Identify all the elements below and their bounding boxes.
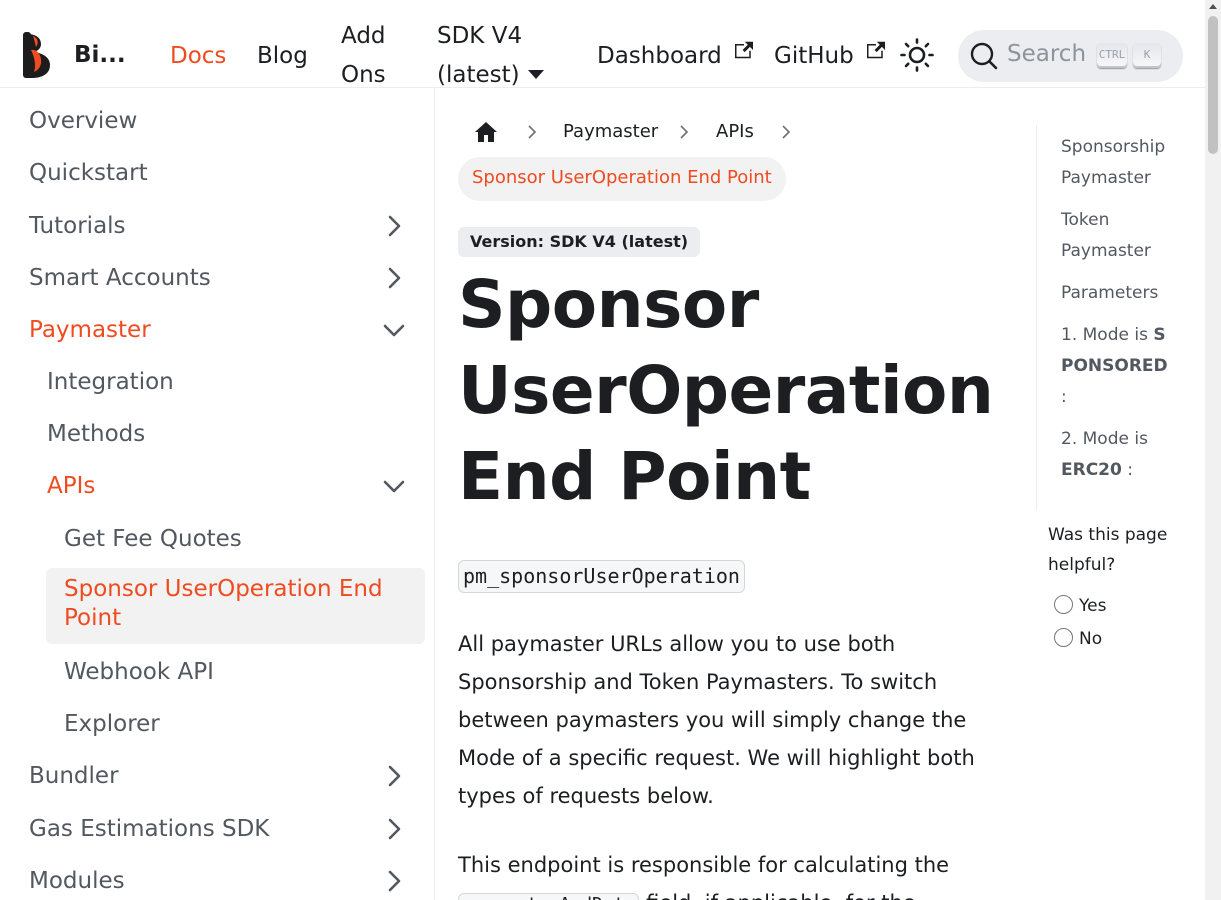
chevron-down-icon[interactable]: [383, 475, 405, 497]
chevron-down-icon[interactable]: [383, 319, 405, 341]
paymaster-and-data-code: paymasterAndData: [458, 893, 640, 900]
chevron-right-icon[interactable]: [383, 267, 405, 289]
search-button[interactable]: Search CTRL K: [958, 30, 1183, 82]
feedback-yes-radio[interactable]: [1054, 595, 1073, 614]
breadcrumb-current: Sponsor UserOperation End Point: [458, 157, 786, 201]
toc-mode-sponsored[interactable]: 1. Mode is SPONSORED :: [1061, 320, 1171, 413]
toc-mode-erc20-suffix: :: [1127, 460, 1133, 480]
sidebar-item-overview[interactable]: Overview: [29, 106, 137, 137]
method-code: pm_sponsorUserOperation: [458, 560, 745, 593]
table-of-contents: [1036, 125, 1037, 510]
breadcrumb-separator-icon: [782, 125, 791, 139]
sidebar-item-bundler[interactable]: Bundler: [29, 761, 119, 792]
search-icon: [970, 42, 998, 70]
external-link-icon: [735, 41, 754, 59]
toc-token-paymaster[interactable]: Token Paymaster: [1061, 205, 1171, 267]
breadcrumb-paymaster[interactable]: Paymaster: [563, 121, 658, 142]
biconomy-logo-icon[interactable]: [22, 32, 54, 78]
toc-mode-erc20-bold: ERC20: [1061, 460, 1122, 480]
feedback-question: Was this page helpful?: [1048, 525, 1168, 575]
page-title-line2: UserOperation: [458, 352, 994, 429]
nav-github-label: GitHub: [774, 43, 854, 69]
endpoint-paragraph-prefix: This endpoint is responsible for calcula…: [458, 853, 950, 877]
sidebar-item-get-fee-quotes[interactable]: Get Fee Quotes: [64, 524, 242, 555]
page-title: Sponsor UserOperation End Point: [458, 262, 1018, 520]
sidebar-item-webhook-api[interactable]: Webhook API: [64, 657, 214, 688]
nav-addons-line1: Add: [341, 23, 386, 49]
feedback-no-option[interactable]: No: [1054, 628, 1102, 649]
nav-github-link[interactable]: GitHub: [774, 37, 886, 76]
page-title-line1: Sponsor: [458, 266, 759, 343]
scroll-thumb[interactable]: [1208, 16, 1218, 154]
feedback-no-radio[interactable]: [1054, 628, 1073, 647]
search-placeholder: Search: [1007, 41, 1087, 67]
sidebar-item-sponsor-useroperation[interactable]: Sponsor UserOperation End Point: [46, 568, 425, 644]
sidebar-item-methods[interactable]: Methods: [47, 419, 145, 450]
home-icon[interactable]: [474, 121, 498, 143]
breadcrumb-apis[interactable]: APIs: [716, 121, 754, 142]
sidebar-item-quickstart[interactable]: Quickstart: [29, 158, 148, 189]
sidebar-item-explorer[interactable]: Explorer: [64, 709, 160, 740]
kbd-ctrl: CTRL: [1097, 43, 1127, 68]
breadcrumb-separator-icon: [680, 125, 689, 139]
sidebar-item-integration[interactable]: Integration: [47, 367, 174, 398]
sidebar-item-tutorials[interactable]: Tutorials: [29, 211, 126, 242]
sdk-version-line1: SDK V4: [437, 23, 523, 49]
toc-mode-erc20-prefix: 2. Mode is: [1061, 429, 1148, 449]
toc-mode-sponsored-prefix: 1. Mode is: [1061, 325, 1148, 345]
sidebar-item-modules[interactable]: Modules: [29, 866, 125, 897]
sidebar-item-apis[interactable]: APIs: [47, 471, 95, 502]
chevron-right-icon[interactable]: [383, 870, 405, 892]
nav-docs-link[interactable]: Docs: [170, 37, 226, 76]
nav-addons-link[interactable]: Add Ons: [341, 17, 386, 95]
feedback-yes-label[interactable]: Yes: [1079, 596, 1106, 616]
sidebar-item-gas-estimations-sdk[interactable]: Gas Estimations SDK: [29, 814, 269, 845]
nav-dashboard-label: Dashboard: [597, 43, 722, 69]
page-title-line3: End Point: [458, 438, 811, 515]
version-badge: Version: SDK V4 (latest): [458, 227, 701, 257]
intro-paragraph: All paymaster URLs allow you to use both…: [458, 632, 975, 808]
toc-parameters[interactable]: Parameters: [1061, 278, 1171, 309]
kbd-k: K: [1133, 43, 1161, 68]
sdk-version-dropdown[interactable]: SDK V4 (latest): [437, 17, 544, 95]
endpoint-paragraph: This endpoint is responsible for calcula…: [458, 846, 998, 900]
breadcrumb-separator-icon: [528, 125, 537, 139]
toc-mode-erc20[interactable]: 2. Mode is ERC20 :: [1061, 424, 1171, 486]
sidebar-item-smart-accounts[interactable]: Smart Accounts: [29, 263, 211, 294]
nav-dashboard-link[interactable]: Dashboard: [597, 37, 754, 76]
chevron-right-icon[interactable]: [383, 818, 405, 840]
nav-blog-link[interactable]: Blog: [257, 37, 308, 76]
sidebar-item-paymaster[interactable]: Paymaster: [29, 315, 151, 346]
toc-sponsorship-paymaster[interactable]: Sponsorship Paymaster: [1061, 132, 1171, 194]
navbar: Bi... Docs Blog Add Ons SDK V4 (latest) …: [0, 0, 1205, 88]
page-scrollbar[interactable]: [1205, 0, 1221, 900]
endpoint-paragraph-suffix: field, if applicable, for the: [646, 891, 916, 900]
scroll-up-arrow-icon[interactable]: [1209, 4, 1217, 9]
sdk-version-line2: (latest): [437, 62, 520, 88]
toc-mode-sponsored-suffix: :: [1061, 387, 1067, 407]
feedback-no-label[interactable]: No: [1079, 629, 1102, 649]
external-link-icon: [867, 41, 886, 59]
chevron-right-icon[interactable]: [383, 765, 405, 787]
feedback-yes-option[interactable]: Yes: [1054, 595, 1106, 616]
brand-name[interactable]: Bi...: [74, 42, 126, 68]
caret-down-icon: [527, 70, 544, 79]
chevron-right-icon[interactable]: [383, 215, 405, 237]
sun-icon[interactable]: [900, 38, 934, 72]
